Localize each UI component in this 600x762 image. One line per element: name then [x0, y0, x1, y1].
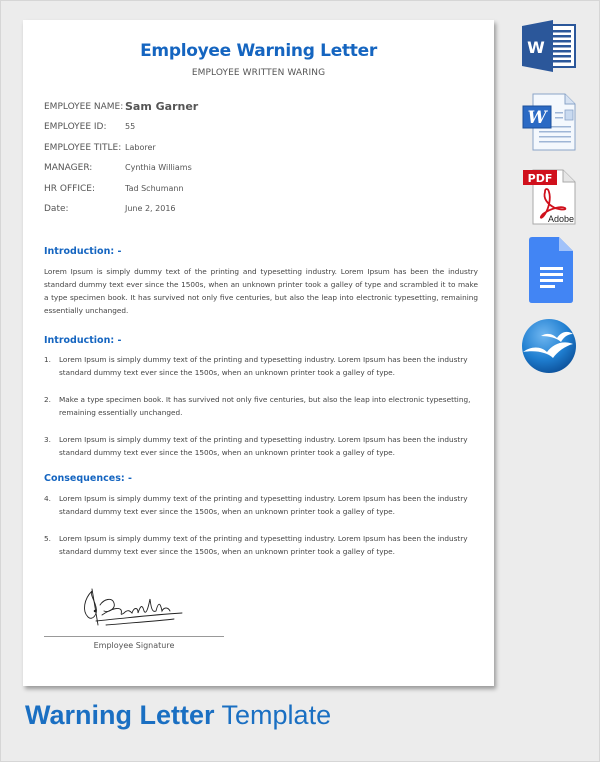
detail-value: Laborer [125, 142, 156, 152]
list-number: 1. [44, 355, 51, 364]
document-subtitle: EMPLOYEE WRITTEN WARING [191, 68, 326, 78]
letter-page: Employee Warning Letter EMPLOYEE WRITTEN… [23, 20, 494, 686]
introduction-paragraph: Lorem Ipsum is simply dummy text of the … [44, 267, 478, 315]
signature-label: Employee Signature [93, 641, 175, 650]
list-text: Lorem Ipsum is simply dummy text of the … [59, 435, 468, 457]
svg-text:W: W [527, 38, 545, 57]
detail-label: HR OFFICE: [44, 183, 95, 194]
list-text: Lorem Ipsum is simply dummy text of the … [59, 534, 468, 556]
openoffice-icon[interactable] [521, 318, 577, 374]
detail-label: Date: [44, 203, 69, 214]
section-heading-introduction: Introduction: - [44, 246, 122, 257]
word-document-icon[interactable]: W [521, 90, 577, 152]
google-docs-icon[interactable] [529, 237, 573, 303]
detail-value: 55 [125, 122, 136, 132]
svg-text:Adobe: Adobe [548, 214, 574, 224]
pdf-adobe-icon[interactable]: PDF Adobe [521, 168, 577, 226]
detail-value: Cynthia Williams [125, 163, 192, 173]
signature-image [84, 588, 183, 626]
list-number: 4. [44, 494, 51, 503]
footer-title: Warning Letter Template [25, 700, 331, 731]
detail-label: EMPLOYEE NAME: [44, 102, 124, 112]
detail-value: June 2, 2016 [125, 203, 176, 213]
footer-title-light: Template [221, 700, 332, 730]
list-text: Lorem Ipsum is simply dummy text of the … [59, 355, 468, 377]
list-number: 5. [44, 534, 51, 543]
list-number: 2. [44, 395, 51, 404]
detail-value: Sam Garner [125, 100, 199, 113]
signature-line [44, 636, 224, 637]
ms-word-icon[interactable]: W [521, 20, 577, 72]
section-heading-consequences: Consequences: - [44, 473, 132, 484]
footer-title-bold: Warning Letter [25, 700, 215, 730]
svg-text:PDF: PDF [528, 172, 553, 185]
list-text: Make a type specimen book. It has surviv… [59, 395, 471, 417]
list-text: Lorem Ipsum is simply dummy text of the … [59, 494, 468, 516]
document-title: Employee Warning Letter [140, 41, 377, 61]
detail-label: MANAGER: [44, 163, 93, 174]
detail-label: EMPLOYEE TITLE: [44, 142, 122, 153]
list-number: 3. [44, 435, 51, 444]
section-heading-introduction-list: Introduction: - [44, 335, 122, 346]
detail-label: EMPLOYEE ID: [44, 122, 107, 133]
svg-text:W: W [527, 108, 548, 128]
detail-value: Tad Schumann [125, 183, 184, 193]
